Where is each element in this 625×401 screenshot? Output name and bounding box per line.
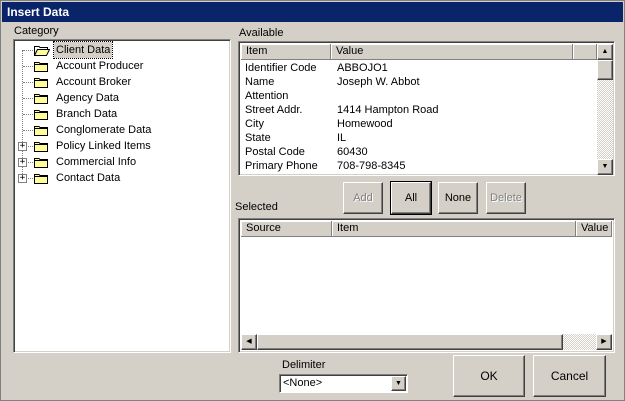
available-col-item[interactable]: Item	[241, 44, 331, 60]
folder-icon	[34, 174, 48, 184]
tree-item-label: Account Producer	[56, 60, 144, 72]
tree-item-label: Client Data	[52, 41, 114, 59]
delimiter-select[interactable]: <None> ▼	[279, 374, 408, 393]
folder-icon	[34, 142, 48, 152]
row-item: Street Addr.	[245, 104, 303, 116]
tree-connector	[23, 50, 33, 51]
selected-hscroll[interactable]: ◀ ▶	[241, 334, 612, 350]
available-list[interactable]: Item Value Identifier Code ABBOJO1 Name Jos…	[238, 41, 615, 176]
scroll-up-button[interactable]: ▲	[597, 44, 613, 60]
row-item: Primary Phone	[245, 160, 318, 172]
delimiter-label: Delimiter	[282, 359, 326, 371]
tree-connector	[23, 114, 33, 115]
folder-icon	[34, 110, 48, 120]
delimiter-value: <None>	[283, 377, 323, 389]
available-rows: Identifier Code ABBOJO1 Name Joseph W. Abbo…	[241, 61, 597, 175]
table-row[interactable]: Identifier Code ABBOJO1	[241, 61, 597, 75]
selected-col-source[interactable]: Source	[241, 221, 332, 237]
all-button[interactable]: All	[390, 181, 432, 215]
available-vscroll[interactable]: ▲ ▼	[597, 44, 613, 175]
add-button[interactable]: Add	[343, 182, 383, 214]
folder-icon	[34, 126, 48, 136]
tree-connector	[23, 82, 33, 83]
row-item: Business Phone	[245, 173, 325, 175]
scroll-left-button[interactable]: ◀	[241, 334, 257, 350]
tree-connector	[23, 98, 33, 99]
tree-item-label: Conglomerate Data	[56, 124, 152, 136]
folder-icon	[34, 158, 48, 168]
selected-col-item[interactable]: Item	[332, 221, 576, 237]
category-tree[interactable]: Client Data Account Producer Account Broke…	[13, 39, 231, 353]
hscroll-thumb[interactable]	[257, 334, 563, 350]
delete-button[interactable]: Delete	[486, 182, 526, 214]
expand-icon[interactable]: +	[18, 174, 27, 183]
row-value: Joseph W. Abbot	[337, 76, 420, 88]
tree-item-label: Agency Data	[56, 92, 119, 104]
row-value: 1414 Hampton Road	[337, 104, 439, 116]
available-col-value[interactable]: Value	[331, 44, 573, 60]
selected-col-value[interactable]: Value	[576, 221, 612, 237]
table-row[interactable]: State IL	[241, 131, 597, 145]
row-item: Postal Code	[245, 146, 305, 158]
table-row[interactable]: Attention	[241, 89, 597, 103]
window-title: Insert Data	[2, 2, 623, 22]
scroll-down-button[interactable]: ▼	[597, 159, 613, 175]
row-value: ABBOJO1	[337, 62, 388, 74]
tree-item-label: Account Broker	[56, 76, 132, 88]
tree-connector	[23, 130, 33, 131]
scroll-right-button[interactable]: ▶	[596, 334, 612, 350]
cancel-button[interactable]: Cancel	[533, 355, 606, 397]
table-row[interactable]: Name Joseph W. Abbot	[241, 75, 597, 89]
expand-icon[interactable]: +	[18, 158, 27, 167]
row-item: Identifier Code	[245, 62, 317, 74]
row-item: State	[245, 132, 271, 144]
selected-label: Selected	[235, 201, 278, 213]
row-item: Attention	[245, 90, 289, 102]
available-label: Available	[239, 27, 284, 39]
tree-item-label: Contact Data	[56, 172, 121, 184]
table-row[interactable]: Primary Phone 708-798-8345	[241, 159, 597, 173]
row-value: 60430	[337, 146, 368, 158]
tree-item-label: Commercial Info	[56, 156, 137, 168]
chevron-down-icon[interactable]: ▼	[391, 376, 406, 391]
tree-connector	[23, 66, 33, 67]
row-item: Name	[245, 76, 275, 88]
table-row[interactable]: Street Addr. 1414 Hampton Road	[241, 103, 597, 117]
table-row[interactable]: City Homewood	[241, 117, 597, 131]
tree-item-label: Branch Data	[56, 108, 118, 120]
category-label: Category	[14, 25, 59, 37]
selected-list[interactable]: Source Item Value ◀ ▶	[238, 218, 615, 353]
row-value: Homewood	[337, 118, 393, 130]
table-row[interactable]: Postal Code 60430	[241, 145, 597, 159]
table-row[interactable]: Business Phone	[241, 173, 597, 175]
open-folder-icon	[34, 46, 50, 56]
folder-icon	[34, 62, 48, 72]
row-value: 708-798-8345	[337, 160, 406, 172]
row-value: IL	[337, 132, 347, 144]
tree-item-label: Policy Linked Items	[56, 140, 151, 152]
ok-button[interactable]: OK	[453, 355, 525, 397]
folder-icon	[34, 78, 48, 88]
none-button[interactable]: None	[438, 182, 478, 214]
row-item: City	[245, 118, 264, 130]
insert-data-dialog: Insert Data Category Client Data Account …	[0, 0, 625, 401]
available-col-filler	[573, 44, 597, 60]
scroll-thumb[interactable]	[597, 60, 613, 80]
expand-icon[interactable]: +	[18, 142, 27, 151]
folder-icon	[34, 94, 48, 104]
